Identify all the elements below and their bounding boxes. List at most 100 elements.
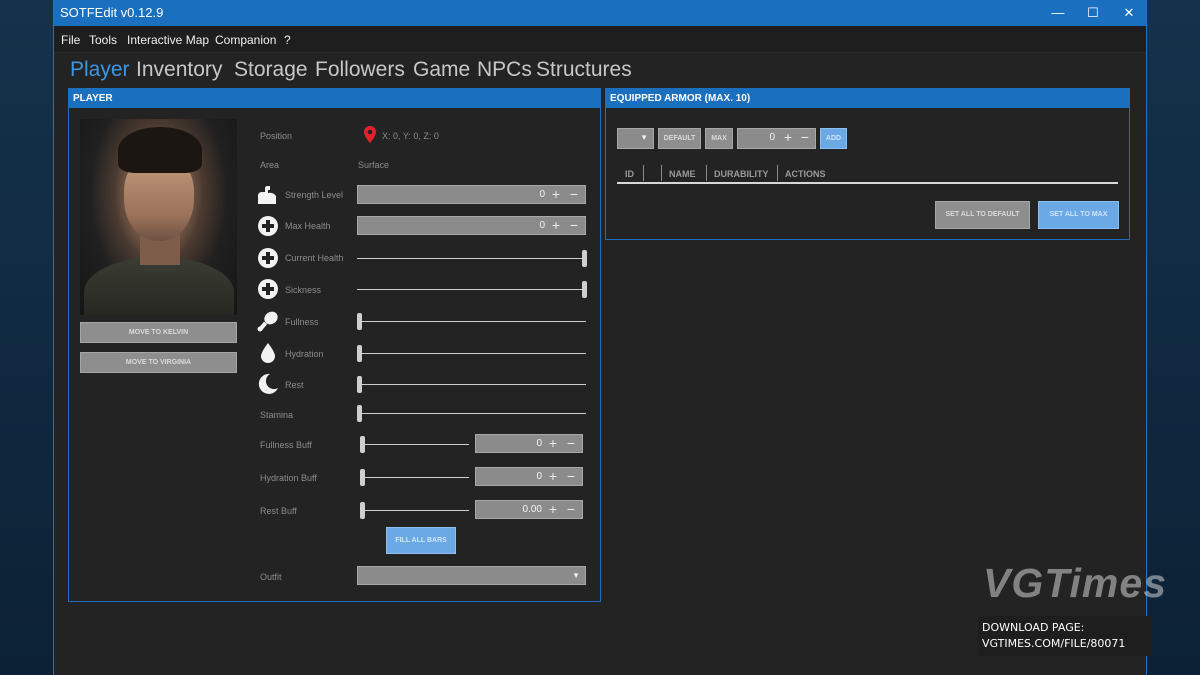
rest-buff-input[interactable]: 0.00 + − <box>475 500 583 519</box>
current-health-slider-thumb[interactable] <box>582 250 587 267</box>
sickness-label: Sickness <box>285 285 322 295</box>
tab-followers[interactable]: Followers <box>315 58 405 82</box>
fullness-buff-slider-thumb[interactable] <box>360 436 365 453</box>
title-bar[interactable]: SOTFEdit v0.12.9 — ☐ ✕ <box>54 0 1146 26</box>
tab-player[interactable]: Player <box>70 58 130 82</box>
window-title: SOTFEdit v0.12.9 <box>60 5 164 20</box>
fullness-buff-slider[interactable] <box>361 444 469 445</box>
fullness-buff-minus-icon[interactable]: − <box>564 435 578 452</box>
download-line-2: VGTIMES.COM/FILE/80071 <box>982 637 1126 650</box>
hydration-slider-thumb[interactable] <box>357 345 362 362</box>
set-all-to-default-button[interactable]: SET ALL TO DEFAULT <box>935 201 1030 229</box>
close-button[interactable]: ✕ <box>1112 0 1146 26</box>
column-durability[interactable]: DURABILITY <box>714 169 769 179</box>
rest-slider[interactable] <box>357 384 586 385</box>
hydration-label: Hydration <box>285 349 324 359</box>
menu-interactive-map[interactable]: Interactive Map <box>127 33 209 47</box>
hydration-buff-slider[interactable] <box>361 477 469 478</box>
menu-file[interactable]: File <box>61 33 80 47</box>
rest-buff-slider-thumb[interactable] <box>360 502 365 519</box>
menu-companion[interactable]: Companion <box>215 33 276 47</box>
rest-slider-thumb[interactable] <box>357 376 362 393</box>
current-health-slider[interactable] <box>357 258 586 259</box>
fullness-buff-label: Fullness Buff <box>260 440 312 450</box>
tab-inventory[interactable]: Inventory <box>136 58 222 82</box>
rest-buff-slider[interactable] <box>361 510 469 511</box>
armor-type-select[interactable]: ▼ <box>617 128 654 149</box>
tab-structures[interactable]: Structures <box>536 58 632 82</box>
strength-value: 0 <box>539 189 545 200</box>
chevron-down-icon: ▼ <box>640 133 648 142</box>
stamina-slider-thumb[interactable] <box>357 405 362 422</box>
fullness-buff-input[interactable]: 0 + − <box>475 434 583 453</box>
armor-quantity-value: 0 <box>769 132 775 143</box>
fullness-buff-value: 0 <box>536 438 542 449</box>
map-pin-icon[interactable] <box>363 126 377 143</box>
strength-minus-icon[interactable]: − <box>567 186 581 203</box>
sickness-slider-thumb[interactable] <box>582 281 587 298</box>
move-to-virginia-button[interactable]: MOVE TO VIRGINIA <box>80 352 237 373</box>
max-health-value: 0 <box>539 220 545 231</box>
tab-storage[interactable]: Storage <box>234 58 308 82</box>
column-separator <box>777 165 778 181</box>
table-header-divider <box>617 182 1118 184</box>
column-actions[interactable]: ACTIONS <box>785 169 826 179</box>
hydration-buff-value: 0 <box>536 471 542 482</box>
column-name[interactable]: NAME <box>669 169 696 179</box>
armor-max-button[interactable]: MAX <box>705 128 733 149</box>
fullness-slider-thumb[interactable] <box>357 313 362 330</box>
vgtimes-watermark: VGTimes <box>983 560 1167 606</box>
tab-game[interactable]: Game <box>413 58 470 82</box>
column-separator <box>661 165 662 181</box>
maximize-button[interactable]: ☐ <box>1076 0 1110 26</box>
stamina-label: Stamina <box>260 410 294 420</box>
max-health-plus-icon[interactable]: + <box>549 217 563 234</box>
armor-plus-icon[interactable]: + <box>781 129 795 146</box>
menu-tools[interactable]: Tools <box>89 33 117 47</box>
current-health-label: Current Health <box>285 253 344 263</box>
sickness-slider[interactable] <box>357 289 586 290</box>
armor-add-button[interactable]: ADD <box>820 128 847 149</box>
strength-arm-icon <box>258 186 276 204</box>
hydration-buff-minus-icon[interactable]: − <box>564 468 578 485</box>
tab-npcs[interactable]: NPCs <box>477 58 532 82</box>
menu-help[interactable]: ? <box>284 33 291 47</box>
max-health-input[interactable]: 0 + − <box>357 216 586 235</box>
desktop-background-left <box>0 0 53 675</box>
armor-default-button[interactable]: DEFAULT <box>658 128 701 149</box>
player-panel: PLAYER MOVE TO KELVIN MOVE TO VIRGINIA P… <box>68 88 601 602</box>
armor-minus-icon[interactable]: − <box>798 129 812 146</box>
position-label: Position <box>260 131 293 141</box>
column-separator <box>643 165 644 181</box>
area-value: Surface <box>358 160 390 170</box>
minimize-button[interactable]: — <box>1041 0 1075 26</box>
set-all-to-max-button[interactable]: SET ALL TO MAX <box>1038 201 1119 229</box>
rest-buff-plus-icon[interactable]: + <box>546 501 560 518</box>
rest-buff-label: Rest Buff <box>260 506 297 516</box>
outfit-select[interactable]: ▼ <box>357 566 586 585</box>
hydration-buff-input[interactable]: 0 + − <box>475 467 583 486</box>
fill-all-bars-button[interactable]: FILL ALL BARS <box>386 527 456 554</box>
area-label: Area <box>260 160 280 170</box>
strength-plus-icon[interactable]: + <box>549 186 563 203</box>
max-health-label: Max Health <box>285 221 331 231</box>
move-to-kelvin-button[interactable]: MOVE TO KELVIN <box>80 322 237 343</box>
max-health-minus-icon[interactable]: − <box>567 217 581 234</box>
fullness-slider[interactable] <box>357 321 586 322</box>
fullness-label: Fullness <box>285 317 319 327</box>
armor-panel: EQUIPPED ARMOR (MAX. 10) ▼ DEFAULT MAX 0… <box>605 88 1130 240</box>
hydration-buff-plus-icon[interactable]: + <box>546 468 560 485</box>
column-id[interactable]: ID <box>625 169 634 179</box>
download-line-1: DOWNLOAD PAGE: <box>982 621 1085 634</box>
armor-quantity-input[interactable]: 0 + − <box>737 128 816 149</box>
fullness-buff-plus-icon[interactable]: + <box>546 435 560 452</box>
hydration-buff-label: Hydration Buff <box>260 473 317 483</box>
hydration-slider[interactable] <box>357 353 586 354</box>
strength-input[interactable]: 0 + − <box>357 185 586 204</box>
hydration-buff-slider-thumb[interactable] <box>360 469 365 486</box>
menu-bar: File Tools Interactive Map Companion ? <box>54 26 1146 53</box>
moon-icon <box>258 373 278 394</box>
stamina-slider[interactable] <box>357 413 586 414</box>
water-drop-icon <box>261 343 275 363</box>
rest-buff-minus-icon[interactable]: − <box>564 501 578 518</box>
